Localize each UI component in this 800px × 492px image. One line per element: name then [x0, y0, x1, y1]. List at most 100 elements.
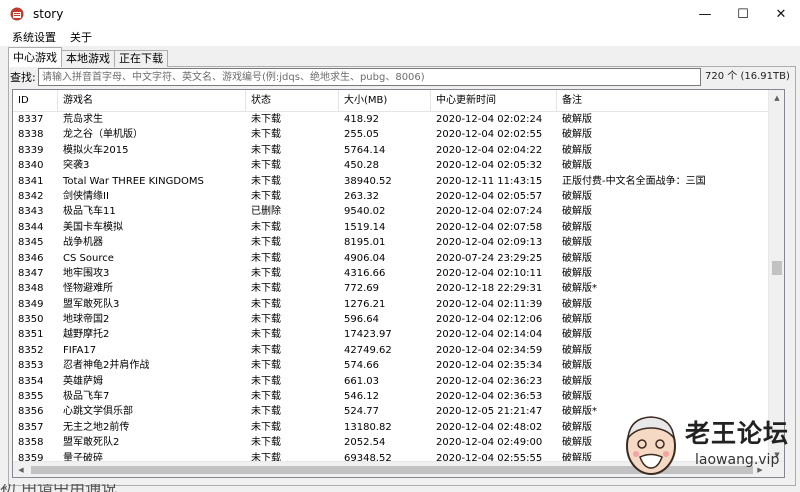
col-name[interactable]: 游戏名: [58, 90, 246, 112]
cell-update-time: 2020-12-04 02:36:23: [436, 375, 543, 387]
cell-size: 8195.01: [344, 237, 386, 249]
table-row[interactable]: 8340 突袭3 未下载 450.28 2020-12-04 02:05:32 破解版: [13, 158, 770, 173]
table-row[interactable]: 8338 龙之谷（单机版） 未下载 255.05 2020-12-04 02:02:55…: [13, 127, 770, 142]
col-size[interactable]: 大小(MB): [339, 90, 431, 112]
cell-note: 破解版: [562, 129, 592, 141]
cell-note: 破解版: [562, 114, 592, 125]
cell-update-time: 2020-07-24 23:29:25: [436, 252, 543, 264]
vertical-scrollbar[interactable]: ▲ ▼: [768, 90, 784, 463]
background-text: 初 由请中用通说: [0, 484, 117, 492]
window-controls: — ☐ ✕: [686, 0, 800, 28]
cell-id: 8356: [18, 406, 44, 418]
col-id[interactable]: ID: [13, 90, 58, 112]
cell-status: 未下载: [251, 114, 281, 125]
cell-update-time: 2020-12-04 02:35:34: [436, 360, 543, 372]
cell-status: 未下载: [251, 298, 281, 310]
cell-id: 8349: [18, 298, 44, 310]
close-button[interactable]: ✕: [762, 0, 800, 28]
cell-size: 255.05: [344, 129, 379, 141]
watermark-url: laowang.vip: [695, 452, 780, 468]
table-row[interactable]: 8351 越野摩托2 未下载 17423.97 2020-12-04 02:14:04 破…: [13, 327, 770, 342]
cell-id: 8342: [18, 190, 44, 202]
table-row[interactable]: 8346 CS Source 未下载 4906.04 2020-07-24 23:29:…: [13, 251, 770, 266]
table-row[interactable]: 8343 极品飞车11 已删除 9540.02 2020-12-04 02:07:24 破…: [13, 204, 770, 219]
table-row[interactable]: 8344 美国卡车模拟 未下载 1519.14 2020-12-04 02:07:58 破…: [13, 220, 770, 235]
maximize-button[interactable]: ☐: [724, 0, 762, 28]
cell-status: 已删除: [251, 206, 281, 218]
cell-size: 2052.54: [344, 437, 386, 449]
table-row[interactable]: 8355 极品飞车7 未下载 546.12 2020-12-04 02:36:53 破解版: [13, 389, 770, 404]
table-row[interactable]: 8347 地牢围攻3 未下载 4316.66 2020-12-04 02:10:11 破解…: [13, 266, 770, 281]
cell-size: 661.03: [344, 375, 379, 387]
cell-name: 模拟火车2015: [63, 144, 129, 156]
scroll-left-icon[interactable]: ◀: [13, 462, 29, 477]
cell-size: 42749.62: [344, 344, 392, 356]
cell-name: 龙之谷（单机版）: [63, 129, 143, 141]
menu-system-settings[interactable]: 系统设置: [12, 29, 56, 45]
cell-name: FIFA17: [63, 344, 97, 356]
table-row[interactable]: 8349 盟军敢死队3 未下载 1276.21 2020-12-04 02:11:39 破…: [13, 297, 770, 312]
cell-note: 破解版: [562, 375, 592, 387]
app-logo-icon: [10, 7, 24, 21]
cell-name: 怪物避难所: [63, 283, 113, 295]
menu-about[interactable]: 关于: [70, 29, 92, 45]
table-row[interactable]: 8337 荒岛求生 未下载 418.92 2020-12-04 02:02:24 破解版: [13, 112, 770, 127]
cell-status: 未下载: [251, 129, 281, 141]
cell-id: 8340: [18, 160, 44, 172]
cell-size: 9540.02: [344, 206, 386, 218]
vertical-scroll-thumb[interactable]: [772, 261, 782, 275]
cell-id: 8345: [18, 237, 44, 249]
col-status[interactable]: 状态: [246, 90, 339, 112]
cell-update-time: 2020-12-04 02:05:57: [436, 190, 543, 202]
table-row[interactable]: 8348 怪物避难所 未下载 772.69 2020-12-18 22:29:31 破解版…: [13, 281, 770, 296]
cell-id: 8339: [18, 144, 44, 156]
game-count: 720 个 (16.91TB): [705, 71, 790, 82]
cell-update-time: 2020-12-04 02:14:04: [436, 329, 543, 341]
table-row[interactable]: 8345 战争机器 未下载 8195.01 2020-12-04 02:09:13 破解版: [13, 235, 770, 250]
col-note[interactable]: 备注: [557, 90, 770, 112]
tab-local-games[interactable]: 本地游戏: [61, 50, 115, 67]
cell-name: 荒岛求生: [63, 114, 103, 125]
col-update-time[interactable]: 中心更新时间: [431, 90, 557, 112]
cell-update-time: 2020-12-04 02:07:24: [436, 206, 543, 218]
minimize-button[interactable]: —: [686, 0, 724, 28]
cell-size: 5764.14: [344, 144, 386, 156]
menu-bar: 系统设置 关于: [0, 28, 800, 46]
cell-name: 越野摩托2: [63, 329, 110, 341]
cell-id: 8355: [18, 391, 44, 403]
cell-size: 546.12: [344, 391, 379, 403]
cell-note: 破解版: [562, 190, 592, 202]
tab-center-games[interactable]: 中心游戏: [8, 47, 62, 67]
cell-note: 破解版: [562, 144, 592, 156]
search-row: 查找:: [10, 68, 701, 86]
table-row[interactable]: 8350 地球帝国2 未下载 596.64 2020-12-04 02:12:06 破解版: [13, 312, 770, 327]
table-row[interactable]: 8342 剑侠情缘II 未下载 263.32 2020-12-04 02:05:57 破解…: [13, 189, 770, 204]
cell-update-time: 2020-12-04 02:05:32: [436, 160, 543, 172]
cell-status: 未下载: [251, 314, 281, 326]
search-input[interactable]: [38, 68, 701, 86]
table-row[interactable]: 8352 FIFA17 未下载 42749.62 2020-12-04 02:34:59…: [13, 343, 770, 358]
cell-note: 破解版: [562, 206, 592, 218]
cell-status: 未下载: [251, 375, 281, 387]
cell-id: 8346: [18, 252, 44, 264]
cell-note: 破解版: [562, 314, 592, 326]
cell-id: 8337: [18, 114, 44, 125]
table-row[interactable]: 8354 英雄萨姆 未下载 661.03 2020-12-04 02:36:23 破解版: [13, 374, 770, 389]
cell-id: 8352: [18, 344, 44, 356]
cell-status: 未下载: [251, 237, 281, 249]
cell-size: 418.92: [344, 114, 379, 125]
table-row[interactable]: 8339 模拟火车2015 未下载 5764.14 2020-12-04 02:04:2…: [13, 143, 770, 158]
cell-size: 596.64: [344, 314, 379, 326]
cell-size: 1519.14: [344, 221, 386, 233]
cell-id: 8343: [18, 206, 44, 218]
cell-size: 4906.04: [344, 252, 386, 264]
cell-note: 破解版: [562, 160, 592, 172]
table-row[interactable]: 8353 忍者神龟2并肩作战 未下载 574.66 2020-12-04 02:35:3…: [13, 358, 770, 373]
cell-update-time: 2020-12-04 02:49:00: [436, 437, 543, 449]
cell-name: 战争机器: [63, 237, 103, 249]
tab-downloading[interactable]: 正在下载: [114, 50, 168, 67]
scroll-up-icon[interactable]: ▲: [769, 90, 784, 106]
cell-name: CS Source: [63, 252, 114, 264]
table-row[interactable]: 8341 Total War THREE KINGDOMS 未下载 38940.52 2…: [13, 174, 770, 189]
cell-size: 574.66: [344, 360, 379, 372]
